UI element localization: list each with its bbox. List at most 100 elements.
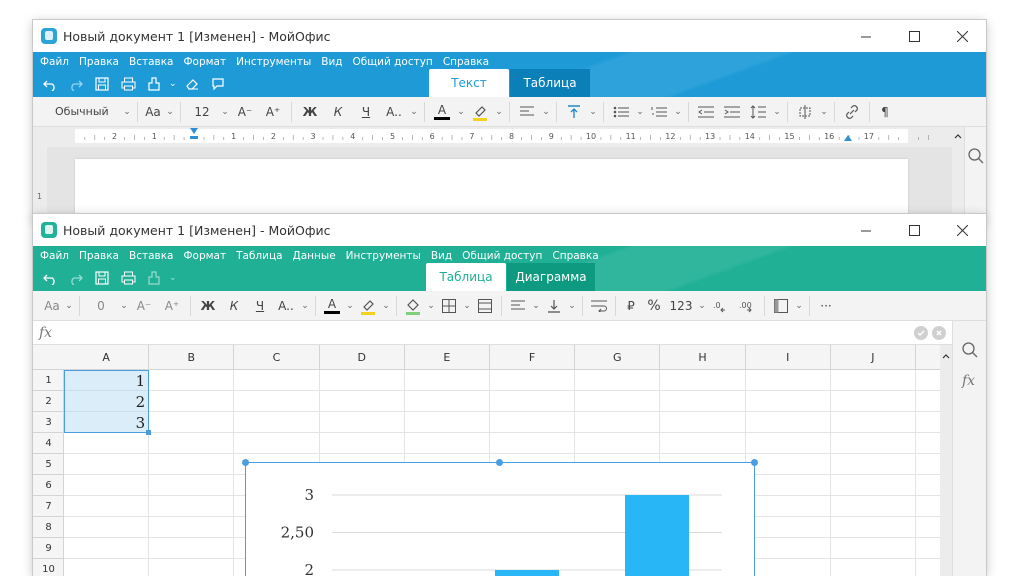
menu-item[interactable]: Таблица [236, 250, 282, 262]
chevron-down-icon[interactable]: ⌄ [672, 100, 684, 124]
column-header[interactable]: F [490, 345, 576, 370]
row-header[interactable]: 3 [33, 412, 64, 433]
row-header[interactable]: 4 [33, 433, 64, 454]
decrease-font-button[interactable]: A⁻ [231, 100, 259, 124]
chart-handle-top-right[interactable] [751, 459, 758, 466]
formula-input[interactable] [63, 321, 914, 345]
column-header[interactable]: D [320, 345, 405, 370]
row-header[interactable]: 9 [33, 538, 64, 559]
align-left-button[interactable] [514, 100, 540, 124]
more-text-options-button[interactable]: A.. [380, 100, 408, 124]
chevron-down-icon[interactable]: ⌄ [818, 100, 830, 124]
column-header[interactable]: J [831, 345, 916, 370]
chevron-down-icon[interactable]: ⌄ [461, 294, 473, 318]
font-size-select[interactable]: 12 [185, 100, 219, 124]
chart-object[interactable]: 3 2,50 2 [242, 459, 758, 576]
format-painter-button[interactable] [143, 73, 165, 95]
increase-indent-button[interactable] [719, 100, 745, 124]
undo-button[interactable] [39, 73, 61, 95]
chevron-down-icon[interactable]: ⌄ [530, 294, 542, 318]
chart-handle-top-left[interactable] [242, 459, 249, 466]
chevron-down-icon[interactable]: ⌄ [344, 294, 356, 318]
menu-item[interactable]: Инструменты [236, 56, 311, 68]
chevron-down-icon[interactable]: ⌄ [696, 294, 708, 318]
close-button[interactable] [938, 214, 986, 246]
font-color-button[interactable]: A [429, 100, 455, 124]
format-painter-button[interactable] [143, 267, 165, 289]
menu-item[interactable]: Правка [79, 250, 119, 262]
menu-item[interactable]: Формат [183, 56, 226, 68]
number-format-select[interactable]: 123 [666, 294, 696, 318]
menu-item[interactable]: Вставка [129, 56, 174, 68]
more-options-button[interactable]: ··· [814, 294, 838, 318]
undo-button[interactable] [39, 267, 61, 289]
font-select[interactable]: Aa [41, 294, 63, 318]
cell-a2[interactable]: 2 [64, 391, 146, 412]
menu-item[interactable]: Справка [552, 250, 598, 262]
column-header[interactable]: E [405, 345, 490, 370]
increase-font-button[interactable]: A⁺ [259, 100, 287, 124]
bullet-list-button[interactable] [608, 100, 634, 124]
menu-item[interactable]: Файл [40, 56, 69, 68]
search-button[interactable] [967, 147, 985, 169]
chevron-down-icon[interactable]: ⌄ [425, 294, 437, 318]
line-spacing-button[interactable] [745, 100, 771, 124]
chevron-down-icon[interactable]: ⌄ [493, 100, 505, 124]
maximize-button[interactable] [890, 214, 938, 246]
paragraph-spacing-button[interactable] [792, 100, 818, 124]
italic-button[interactable]: К [324, 100, 352, 124]
insert-column-button[interactable] [769, 294, 793, 318]
row-header[interactable]: 6 [33, 475, 64, 496]
numbered-list-button[interactable] [646, 100, 672, 124]
tab-text[interactable]: Текст [429, 69, 509, 97]
chevron-down-icon[interactable]: ⌄ [380, 294, 392, 318]
chevron-down-icon[interactable]: ⌄ [587, 100, 599, 124]
chevron-down-icon[interactable]: ⌄ [164, 100, 176, 124]
formula-confirm-button[interactable] [914, 325, 928, 340]
chevron-down-icon[interactable]: ⌄ [566, 294, 578, 318]
decrease-font-button[interactable]: A⁻ [130, 294, 158, 318]
chevron-down-icon[interactable]: ⌄ [299, 294, 311, 318]
underline-button[interactable]: Ч [247, 294, 273, 318]
borders-button[interactable] [437, 294, 461, 318]
redo-button[interactable] [65, 267, 87, 289]
search-button[interactable] [961, 341, 979, 363]
menu-item[interactable]: Данные [293, 250, 336, 262]
column-header[interactable]: A [64, 345, 150, 370]
chevron-down-icon[interactable]: ⌄ [793, 294, 805, 318]
redo-button[interactable] [65, 73, 87, 95]
minimize-button[interactable] [842, 214, 890, 246]
menu-item[interactable]: Формат [183, 250, 226, 262]
menu-item[interactable]: Вид [431, 250, 452, 262]
chart-bar[interactable] [495, 570, 559, 576]
tab-table[interactable]: Таблица [510, 69, 590, 97]
menu-item[interactable]: Вид [321, 56, 342, 68]
font-select[interactable]: Aa [142, 100, 164, 124]
row-header[interactable]: 8 [33, 517, 64, 538]
vertical-align-button[interactable] [561, 100, 587, 124]
font-color-button[interactable]: A [320, 294, 344, 318]
scroll-up-icon[interactable] [940, 349, 952, 363]
format-painter-dropdown-icon[interactable]: ⌄ [169, 79, 177, 89]
percent-format-button[interactable]: % [642, 294, 666, 318]
decrease-decimal-button[interactable]: .0 [708, 294, 734, 318]
column-header[interactable]: I [746, 345, 831, 370]
cell-a3[interactable]: 3 [64, 412, 146, 433]
chevron-down-icon[interactable]: ⌄ [118, 294, 130, 318]
chart-handle-top-center[interactable] [496, 459, 503, 466]
menu-item[interactable]: Вставка [129, 250, 174, 262]
comment-button[interactable] [207, 73, 229, 95]
format-painter-dropdown-icon[interactable]: ⌄ [169, 273, 177, 283]
scroll-up-icon[interactable] [952, 130, 964, 142]
chevron-down-icon[interactable]: ⌄ [63, 294, 75, 318]
column-header[interactable]: H [660, 345, 746, 370]
chevron-down-icon[interactable]: ⌄ [540, 100, 552, 124]
menu-item[interactable]: Правка [79, 56, 119, 68]
column-header[interactable]: B [149, 345, 235, 370]
show-formatting-button[interactable]: ¶ [874, 100, 896, 124]
paragraph-style-select[interactable]: Обычный [41, 100, 109, 124]
highlight-button[interactable] [356, 294, 380, 318]
sheet-scrollbar[interactable] [940, 345, 952, 576]
print-button[interactable] [117, 267, 139, 289]
decrease-indent-button[interactable] [693, 100, 719, 124]
